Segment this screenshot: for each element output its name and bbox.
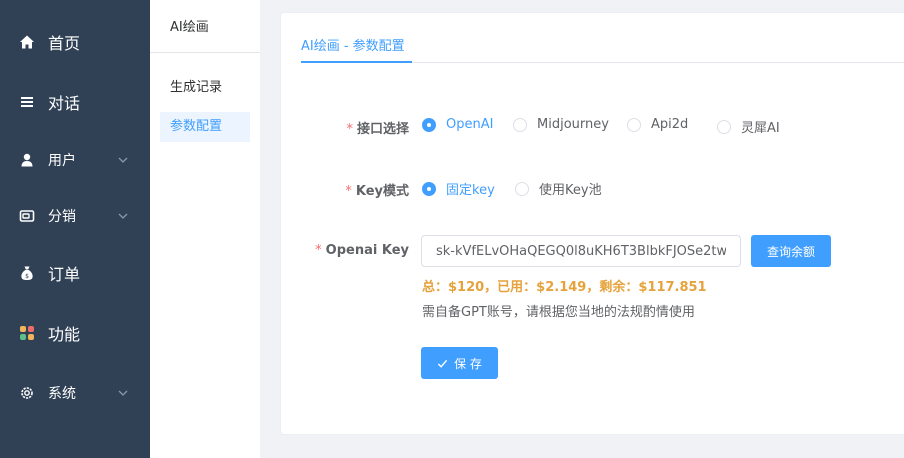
- nav-label-system: 系统: [48, 386, 76, 402]
- money-bag-icon: $: [18, 264, 36, 282]
- openai-key-input[interactable]: [421, 235, 741, 267]
- radio-key-pool[interactable]: 使用Key池: [515, 179, 602, 198]
- home-icon: [18, 33, 36, 51]
- chevron-down-icon: [118, 157, 128, 163]
- interface-label: * 接口选择: [346, 122, 409, 137]
- svg-text:$: $: [25, 273, 29, 280]
- tab-settings[interactable]: AI绘画 - 参数配置: [301, 35, 405, 54]
- nav-label-distribution: 分销: [48, 209, 76, 225]
- settings-card: AI绘画 - 参数配置 * 接口选择 OpenAI Midjourney Api2…: [280, 12, 904, 435]
- nav-item-orders[interactable]: $ 订单: [0, 253, 150, 293]
- save-button[interactable]: 保 存: [421, 347, 498, 379]
- nav-label-home: 首页: [48, 34, 81, 53]
- nav-item-users[interactable]: 用户: [0, 140, 150, 180]
- required-mark: *: [315, 243, 322, 258]
- tab-active-indicator: [301, 61, 412, 63]
- radio-lingxi[interactable]: 灵犀AI: [717, 117, 780, 136]
- radio-dot[interactable]: [627, 117, 641, 132]
- balance-text: 总：$120，已用：$2.149，剩余：$117.851: [422, 280, 707, 295]
- nav-item-system[interactable]: 系统: [0, 373, 150, 413]
- radio-dot[interactable]: [422, 181, 436, 196]
- radio-dot[interactable]: [515, 181, 529, 196]
- radio-midjourney[interactable]: Midjourney: [513, 117, 609, 132]
- usage-hint: 需自备GPT账号，请根据您当地的法规酌情使用: [422, 305, 695, 320]
- radio-fixed-key[interactable]: 固定key: [422, 179, 495, 198]
- radio-dot[interactable]: [717, 119, 731, 134]
- submenu-title: AI绘画: [170, 20, 209, 35]
- radio-dot[interactable]: [513, 117, 527, 132]
- apps-icon: [18, 324, 36, 342]
- submenu-item-settings[interactable]: 参数配置: [160, 112, 250, 142]
- key-mode-label: * Key模式: [345, 184, 409, 199]
- openai-key-label: * Openai Key: [315, 243, 409, 258]
- nav-label-features: 功能: [48, 325, 81, 344]
- query-balance-button[interactable]: 查询余额: [751, 235, 831, 267]
- nav-label-chat: 对话: [48, 94, 81, 113]
- radio-api2d[interactable]: Api2d: [627, 117, 688, 132]
- submenu: AI绘画 生成记录 参数配置: [150, 0, 260, 458]
- gear-icon: [18, 384, 36, 402]
- radio-openai[interactable]: OpenAI: [422, 117, 493, 132]
- list-icon: [18, 93, 36, 111]
- user-icon: [18, 151, 36, 169]
- save-button-label: 保 存: [454, 356, 482, 371]
- nav-item-features[interactable]: 功能: [0, 313, 150, 353]
- chevron-down-icon: [118, 390, 128, 396]
- required-mark: *: [345, 184, 352, 199]
- nav-item-chat[interactable]: 对话: [0, 82, 150, 122]
- submenu-item-records[interactable]: 生成记录: [160, 73, 250, 103]
- radio-dot[interactable]: [422, 117, 436, 132]
- sidebar: 首页 对话 用户 分销 $ 订单 功能 系统: [0, 0, 150, 458]
- nav-label-users: 用户: [48, 153, 76, 169]
- required-mark: *: [346, 122, 353, 137]
- chevron-down-icon: [118, 213, 128, 219]
- nav-item-home[interactable]: 首页: [0, 22, 150, 62]
- wallet-icon: [18, 207, 36, 225]
- nav-item-distribution[interactable]: 分销: [0, 196, 150, 236]
- submenu-divider: [150, 52, 260, 53]
- check-icon: [437, 358, 448, 369]
- nav-label-orders: 订单: [48, 265, 81, 284]
